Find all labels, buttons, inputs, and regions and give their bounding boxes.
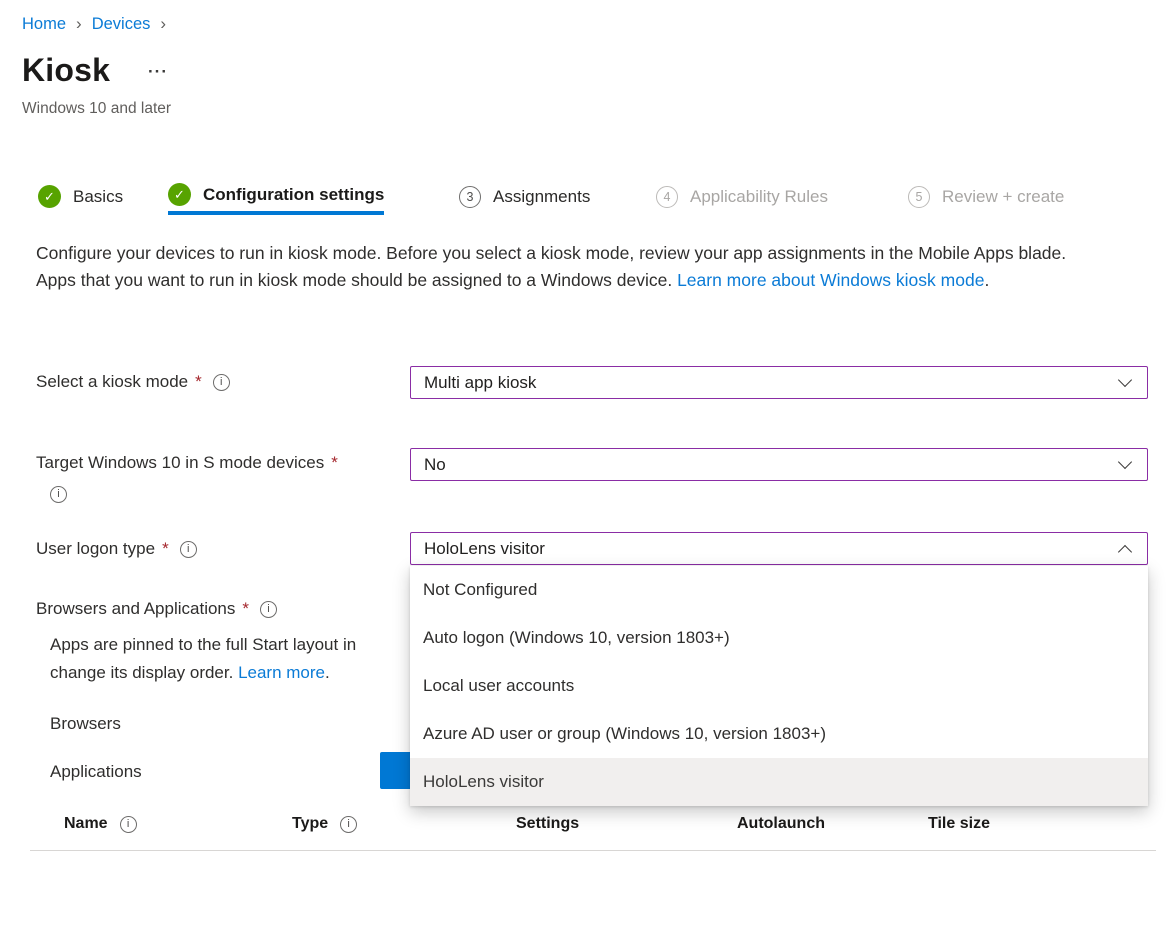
column-header-name[interactable]: Name <box>64 815 137 833</box>
label-text: Select a kiosk mode <box>36 372 188 392</box>
step-number-badge: 3 <box>459 186 481 208</box>
user-logon-type-value: HoloLens visitor <box>424 539 545 559</box>
intro-paragraph: Configure your devices to run in kiosk m… <box>36 240 1108 294</box>
browsers-sublabel: Browsers <box>50 714 121 734</box>
applications-sublabel: Applications <box>50 762 142 782</box>
page-title: Kiosk <box>22 52 110 89</box>
info-icon[interactable] <box>50 486 67 503</box>
step-label: Applicability Rules <box>690 187 828 207</box>
required-asterisk: * <box>242 599 249 619</box>
learn-more-kiosk-link[interactable]: Learn more about Windows kiosk mode <box>677 270 984 290</box>
check-icon <box>38 185 61 208</box>
info-icon[interactable] <box>213 374 230 391</box>
browsers-apps-label: Browsers and Applications * <box>36 599 277 619</box>
chevron-up-icon <box>1118 545 1132 559</box>
breadcrumb-separator-icon <box>76 14 82 34</box>
column-header-autolaunch[interactable]: Autolaunch <box>737 815 825 833</box>
required-asterisk: * <box>331 453 338 472</box>
s-mode-dropdown[interactable]: No <box>410 448 1148 481</box>
learn-more-link[interactable]: Learn more <box>238 663 325 682</box>
description-line2: change its display order. <box>50 663 238 682</box>
step-label: Review + create <box>942 187 1064 207</box>
label-text: Target Windows 10 in S mode devices <box>36 453 324 472</box>
info-icon[interactable] <box>120 816 137 833</box>
check-icon <box>168 183 191 206</box>
chevron-down-icon <box>1118 373 1132 387</box>
kiosk-mode-dropdown[interactable]: Multi app kiosk <box>410 366 1148 399</box>
kiosk-mode-value: Multi app kiosk <box>424 373 536 393</box>
column-label: Type <box>292 815 328 833</box>
step-label: Configuration settings <box>203 185 384 205</box>
step-label: Basics <box>73 187 123 207</box>
breadcrumb-devices-link[interactable]: Devices <box>92 15 151 34</box>
column-header-settings[interactable]: Settings <box>516 815 579 833</box>
user-logon-type-dropdown[interactable]: HoloLens visitor <box>410 532 1148 565</box>
column-label: Name <box>64 815 108 833</box>
step-configuration-settings[interactable]: Configuration settings <box>168 178 384 215</box>
info-icon[interactable] <box>260 601 277 618</box>
column-header-type[interactable]: Type <box>292 815 357 833</box>
more-menu-button[interactable]: ··· <box>148 62 168 82</box>
option-not-configured[interactable]: Not Configured <box>410 566 1148 614</box>
option-hololens-visitor[interactable]: HoloLens visitor <box>410 758 1148 806</box>
step-number-badge: 4 <box>656 186 678 208</box>
user-logon-type-label: User logon type * <box>36 539 197 559</box>
step-applicability-rules: 4 Applicability Rules <box>656 178 828 215</box>
user-logon-type-options-panel: Not Configured Auto logon (Windows 10, v… <box>410 566 1148 806</box>
breadcrumb-home-link[interactable]: Home <box>22 15 66 34</box>
info-icon[interactable] <box>340 816 357 833</box>
breadcrumb-separator-icon <box>160 14 166 34</box>
page-subtitle: Windows 10 and later <box>22 100 171 118</box>
s-mode-value: No <box>424 455 446 475</box>
option-local-user-accounts[interactable]: Local user accounts <box>410 662 1148 710</box>
table-header-divider <box>30 850 1156 851</box>
column-header-tile-size[interactable]: Tile size <box>928 815 990 833</box>
wizard-steps: Basics Configuration settings 3 Assignme… <box>0 178 1167 218</box>
kiosk-profile-page: Home Devices Kiosk ··· Windows 10 and la… <box>0 0 1167 925</box>
column-label: Autolaunch <box>737 815 825 833</box>
label-text: Browsers and Applications <box>36 599 235 619</box>
info-icon[interactable] <box>180 541 197 558</box>
step-basics[interactable]: Basics <box>38 178 123 215</box>
breadcrumb: Home Devices <box>22 14 176 34</box>
step-number-badge: 5 <box>908 186 930 208</box>
step-review-create: 5 Review + create <box>908 178 1064 215</box>
column-label: Tile size <box>928 815 990 833</box>
step-assignments[interactable]: 3 Assignments <box>459 178 590 215</box>
required-asterisk: * <box>162 539 169 559</box>
option-azure-ad-user-or-group[interactable]: Azure AD user or group (Windows 10, vers… <box>410 710 1148 758</box>
description-line1: Apps are pinned to the full Start layout… <box>50 635 356 654</box>
label-text: User logon type <box>36 539 155 559</box>
step-label: Assignments <box>493 187 590 207</box>
chevron-down-icon <box>1118 455 1132 469</box>
required-asterisk: * <box>195 372 202 392</box>
s-mode-label: Target Windows 10 in S mode devices * <box>36 453 396 503</box>
option-auto-logon[interactable]: Auto logon (Windows 10, version 1803+) <box>410 614 1148 662</box>
intro-period: . <box>984 270 989 290</box>
column-label: Settings <box>516 815 579 833</box>
description-period: . <box>325 663 330 682</box>
kiosk-mode-label: Select a kiosk mode * <box>36 372 230 392</box>
